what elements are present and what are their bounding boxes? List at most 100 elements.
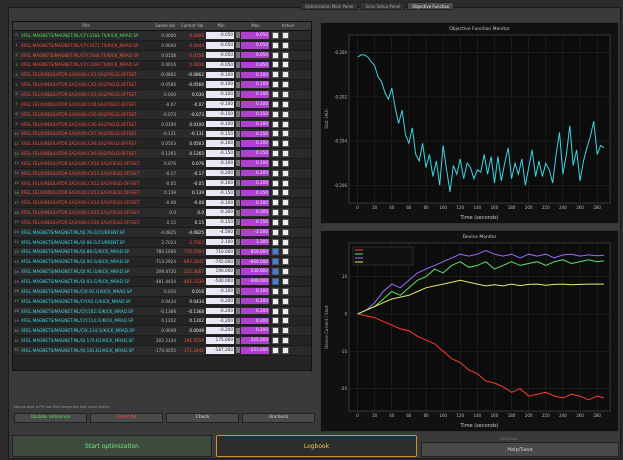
- min-input[interactable]: 190.000: [206, 268, 234, 275]
- active-checkbox[interactable]: [272, 90, 279, 98]
- min-spinner[interactable]: [236, 32, 240, 39]
- max-input[interactable]: 3.300: [241, 238, 269, 246]
- table-row[interactable]: 25 XFEL.MAGNETS/MAGNET.ML/QI.93.I1/KICK_M…: [13, 277, 311, 287]
- active-checkbox[interactable]: [272, 287, 279, 295]
- min-spinner[interactable]: [236, 170, 240, 177]
- select-checkbox[interactable]: [282, 81, 289, 89]
- active-checkbox[interactable]: [272, 228, 279, 236]
- min-input[interactable]: -745.000: [206, 258, 234, 266]
- max-input[interactable]: 0.100: [241, 120, 269, 128]
- min-input[interactable]: -0.100: [206, 160, 234, 167]
- table-row[interactable]: 9 XFEL.FEL/UNDULATOR.SA2/U40.CX6.SA2/FIEL…: [13, 120, 311, 130]
- min-input[interactable]: -0.300: [206, 209, 234, 216]
- tab-objective-function[interactable]: Objective Function: [407, 2, 455, 10]
- max-input[interactable]: 0.150: [241, 130, 269, 138]
- select-checkbox[interactable]: [282, 31, 289, 39]
- min-input[interactable]: -0.150: [206, 130, 234, 138]
- select-checkbox[interactable]: [282, 100, 289, 108]
- tab-scan-setup[interactable]: Scan Setup Panel: [360, 2, 406, 10]
- max-input[interactable]: -440.000: [241, 278, 269, 285]
- min-input[interactable]: -0.100: [206, 91, 234, 98]
- min-input[interactable]: 710.000: [206, 248, 234, 256]
- min-spinner[interactable]: [236, 248, 240, 255]
- table-row[interactable]: 27 XFEL.MAGNETS/MAGNET.ML/CIY.92.I1/KICK_…: [13, 297, 311, 307]
- max-input[interactable]: -3.500: [241, 229, 269, 236]
- active-checkbox[interactable]: [272, 258, 279, 266]
- active-checkbox[interactable]: [272, 169, 279, 177]
- table-row[interactable]: 16 XFEL.FEL/UNDULATOR.SA2/U40.CX13.SA2/FI…: [13, 188, 311, 199]
- reset-all-button[interactable]: Reset All: [90, 413, 163, 423]
- table-row[interactable]: 26 XFEL.MAGNETS/MAGNET.ML/CIX.92.I1/KICK_…: [13, 286, 311, 297]
- select-checkbox[interactable]: [282, 307, 289, 315]
- table-row[interactable]: 31 XFEL.MAGNETS/MAGNET.ML/QI.176.B1/KICK_…: [13, 336, 311, 346]
- active-checkbox[interactable]: [272, 218, 279, 226]
- min-input[interactable]: -500.000: [206, 278, 234, 285]
- min-spinner[interactable]: [236, 111, 240, 118]
- active-checkbox[interactable]: [272, 159, 279, 167]
- active-checkbox[interactable]: [272, 71, 279, 79]
- select-checkbox[interactable]: [282, 140, 289, 148]
- table-row[interactable]: 18 XFEL.FEL/UNDULATOR.SA2/U40.CX15.SA2/FI…: [13, 208, 311, 219]
- active-checkbox[interactable]: [272, 297, 279, 305]
- max-input[interactable]: 0.050: [241, 32, 269, 39]
- active-checkbox[interactable]: [272, 337, 279, 345]
- active-checkbox[interactable]: [272, 31, 279, 39]
- min-spinner[interactable]: [236, 180, 240, 187]
- min-input[interactable]: -0.150: [206, 189, 234, 197]
- active-checkbox[interactable]: [272, 41, 279, 49]
- table-row[interactable]: 13 XFEL.FEL/UNDULATOR.SA2/U40.CX10.SA2/FI…: [13, 159, 311, 169]
- select-checkbox[interactable]: [282, 268, 289, 276]
- min-input[interactable]: -0.150: [206, 110, 234, 118]
- min-input[interactable]: -0.050: [206, 42, 234, 49]
- table-row[interactable]: 1 XFEL.MAGNETS/MAGNET.ML/CFY.3171.T0/KICK…: [13, 41, 311, 51]
- table-row[interactable]: 30 XFEL.MAGNETS/MAGNET.ML/CIX.114.I1/KICK…: [13, 326, 311, 337]
- min-spinner[interactable]: [236, 160, 240, 167]
- select-checkbox[interactable]: [282, 110, 289, 118]
- select-checkbox[interactable]: [282, 228, 289, 236]
- min-input[interactable]: -0.100: [206, 81, 234, 88]
- min-input[interactable]: -0.200: [206, 297, 234, 305]
- table-row[interactable]: 28 XFEL.MAGNETS/MAGNET.ML/CIY.102.I1/KICK…: [13, 306, 311, 317]
- min-input[interactable]: -0.100: [206, 140, 234, 147]
- min-input[interactable]: -0.150: [206, 150, 234, 157]
- table-row[interactable]: 12 XFEL.FEL/UNDULATOR.SA2/U40.CX9.SA2/FIE…: [13, 149, 311, 159]
- logbook-button[interactable]: Logbook: [216, 435, 417, 457]
- min-input[interactable]: -0.200: [206, 317, 234, 325]
- active-checkbox[interactable]: [272, 179, 279, 187]
- select-checkbox[interactable]: [282, 297, 289, 305]
- min-input[interactable]: 2.100: [206, 238, 234, 246]
- check-button[interactable]: Check: [166, 413, 239, 423]
- max-input[interactable]: 230.000: [241, 268, 269, 275]
- table-row[interactable]: 15 XFEL.FEL/UNDULATOR.SA2/U40.CX12.SA2/FI…: [13, 179, 311, 189]
- select-checkbox[interactable]: [282, 150, 289, 158]
- min-spinner[interactable]: [236, 209, 240, 216]
- max-input[interactable]: 0.150: [241, 189, 269, 197]
- active-checkbox[interactable]: [272, 268, 279, 276]
- active-checkbox[interactable]: [272, 327, 279, 335]
- table-row[interactable]: 6 XFEL.FEL/UNDULATOR.SA2/U40.CX3.SA2/FIEL…: [13, 90, 311, 100]
- select-checkbox[interactable]: [282, 218, 289, 226]
- min-input[interactable]: 175.000: [206, 337, 234, 344]
- max-input[interactable]: 0.100: [241, 101, 269, 108]
- min-input[interactable]: -187.200: [206, 347, 234, 354]
- active-checkbox[interactable]: [272, 346, 279, 354]
- min-input[interactable]: -0.100: [206, 71, 234, 79]
- min-spinner[interactable]: [236, 189, 240, 196]
- table-row[interactable]: 8 XFEL.FEL/UNDULATOR.SA2/U40.CX5.SA2/FIEL…: [13, 109, 311, 120]
- active-checkbox[interactable]: [272, 110, 279, 118]
- max-input[interactable]: 0.100: [241, 91, 269, 98]
- tab-optimization-main[interactable]: Optimization Main Panel: [300, 2, 359, 10]
- select-checkbox[interactable]: [282, 41, 289, 49]
- max-input[interactable]: 0.100: [241, 71, 269, 79]
- min-spinner[interactable]: [236, 199, 240, 206]
- help-save-button[interactable]: Help/Save: [421, 442, 619, 457]
- table-row[interactable]: 17 XFEL.FEL/UNDULATOR.SA2/U40.CX14.SA2/FI…: [13, 198, 311, 209]
- select-checkbox[interactable]: [282, 120, 289, 128]
- select-checkbox[interactable]: [282, 159, 289, 167]
- min-spinner[interactable]: [236, 130, 240, 137]
- max-input[interactable]: 0.050: [241, 61, 269, 69]
- active-checkbox[interactable]: [272, 248, 279, 256]
- max-input[interactable]: 0.300: [241, 209, 269, 216]
- table-row[interactable]: 2 XFEL.MAGNETS/MAGNET.ML/CFY.3146.T0/KICK…: [13, 50, 311, 61]
- min-spinner[interactable]: [236, 308, 240, 315]
